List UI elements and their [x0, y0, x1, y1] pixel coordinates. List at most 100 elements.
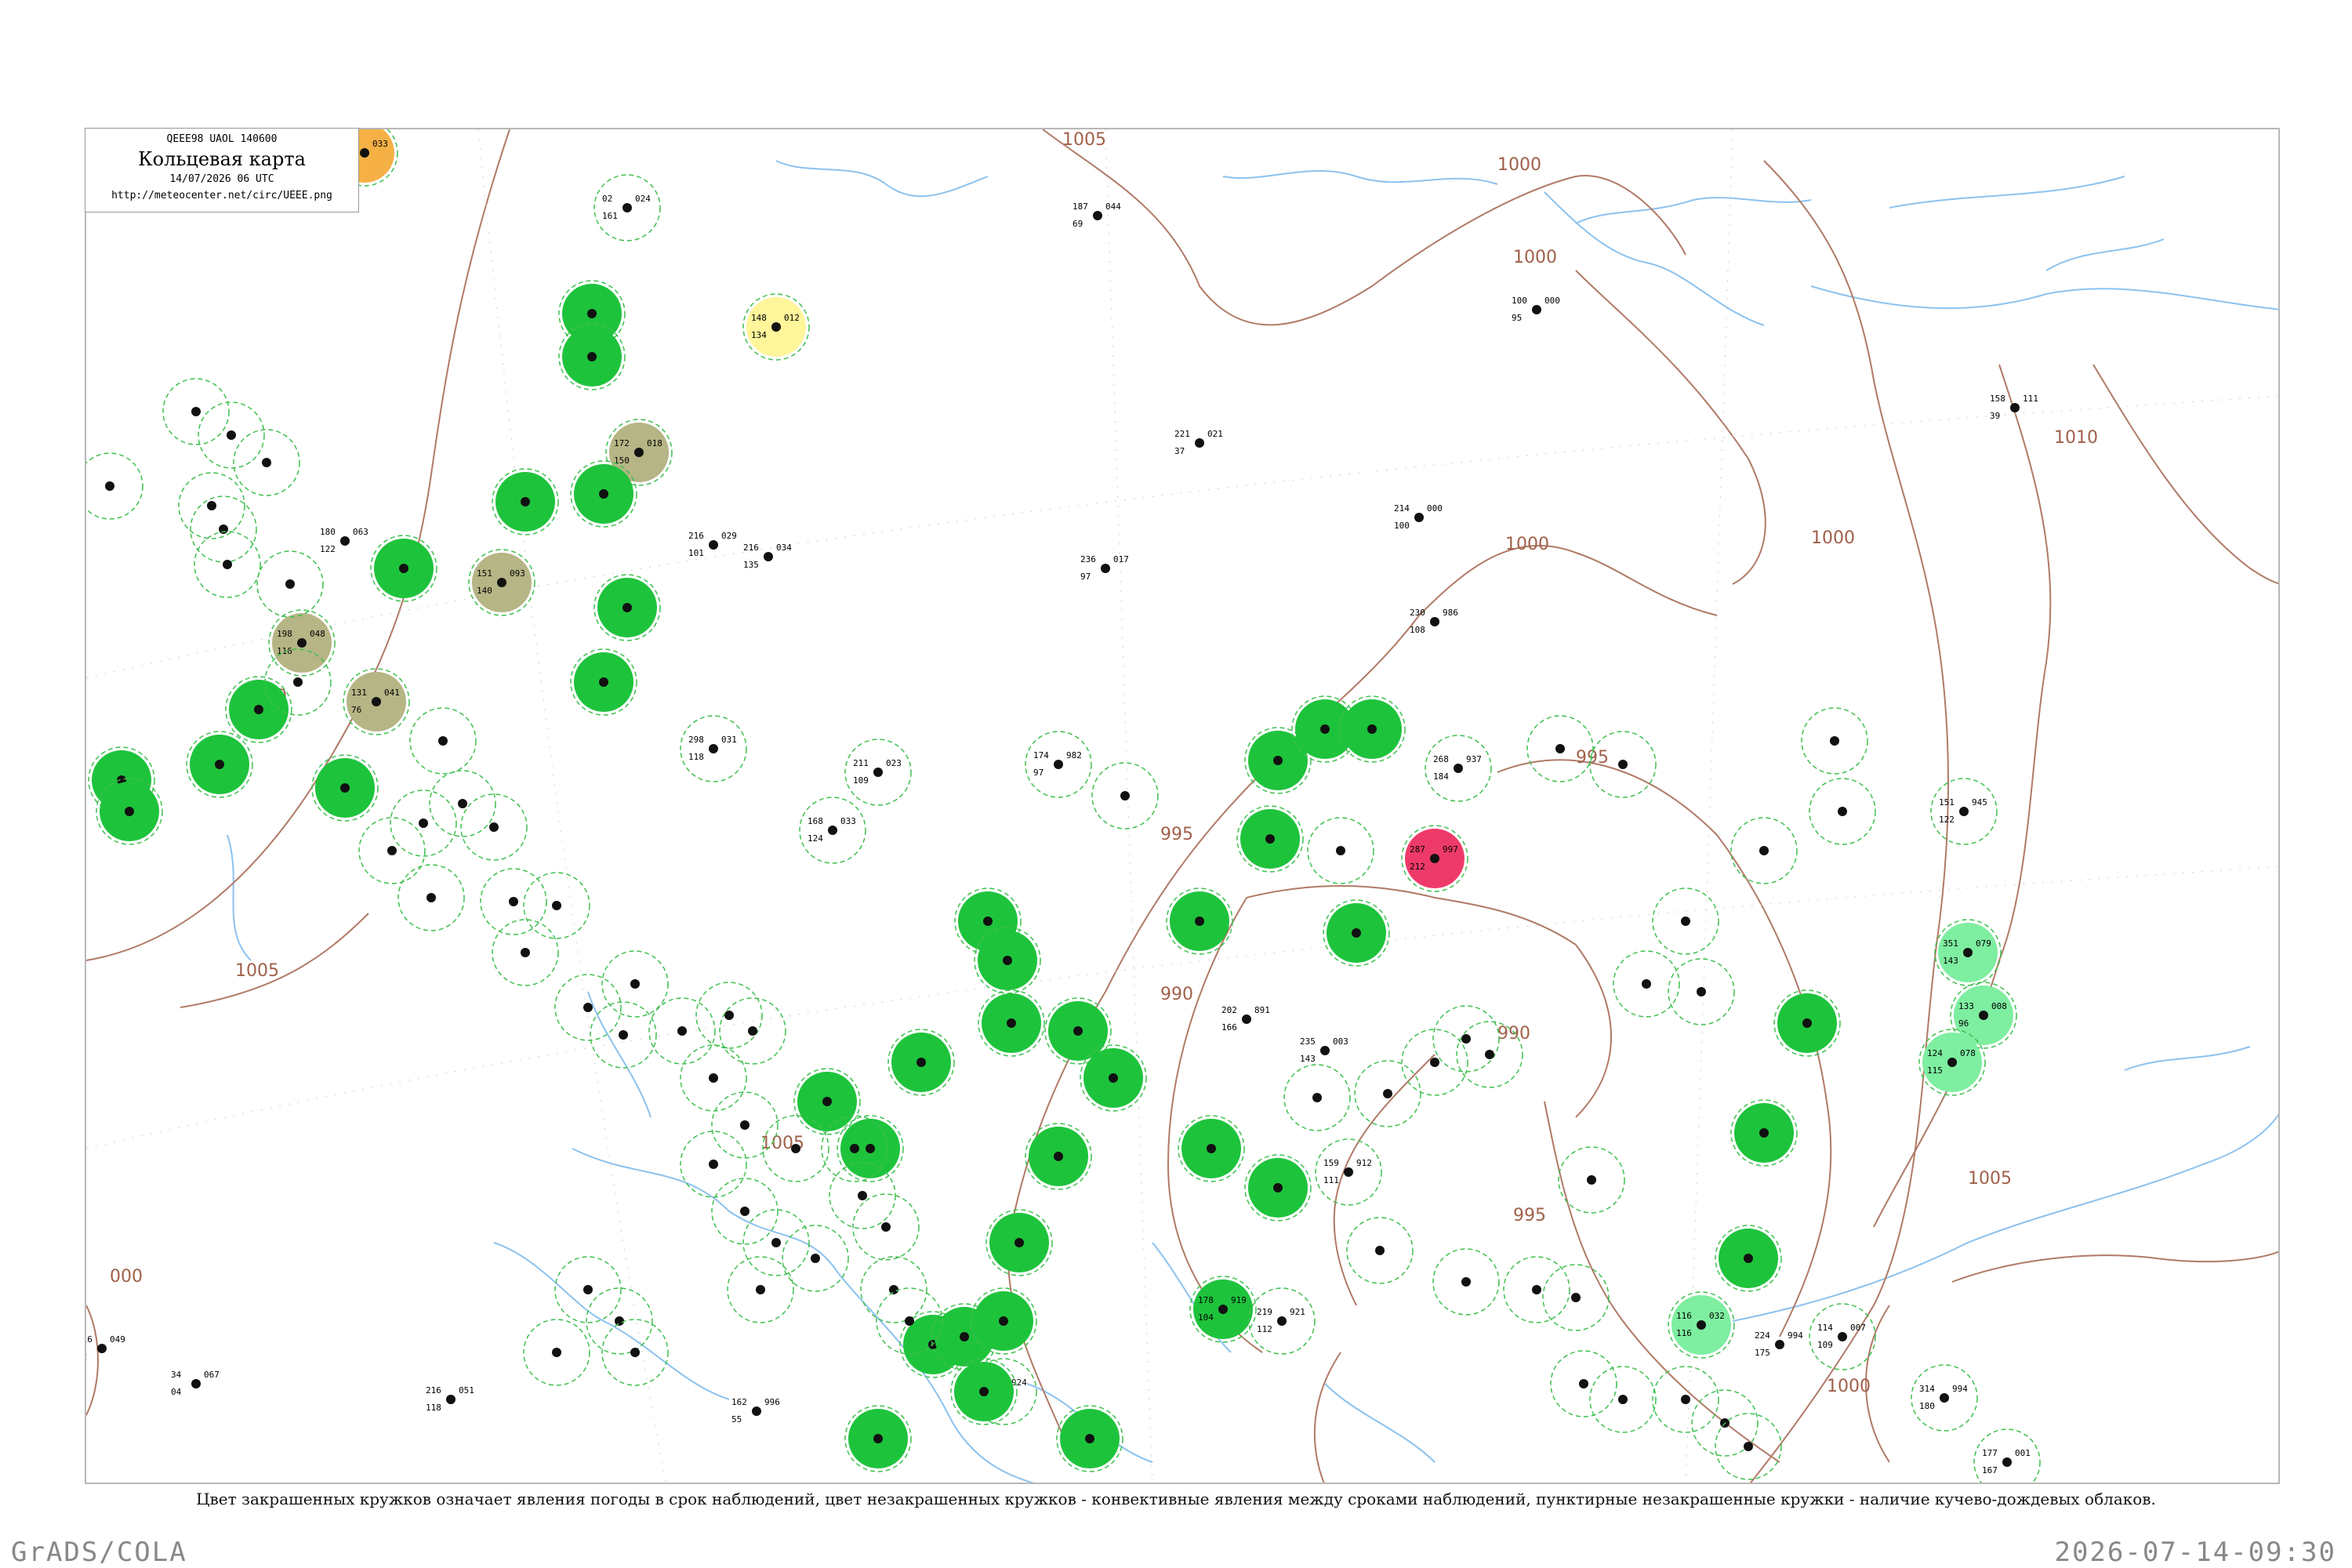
station-marker[interactable] [1178, 1115, 1245, 1182]
station-marker[interactable] [1323, 899, 1390, 967]
station-marker[interactable] [492, 468, 559, 535]
station-marker[interactable] [186, 731, 253, 798]
station-marker[interactable]: 012 148 134 [742, 293, 810, 361]
station-marker[interactable] [162, 378, 230, 445]
station-marker[interactable] [1730, 1099, 1798, 1167]
station-marker[interactable]: 921 219 112 [1248, 1287, 1316, 1355]
station-marker[interactable]: 023 211 109 [844, 739, 912, 806]
station-marker[interactable] [1236, 805, 1304, 873]
station-marker[interactable]: 021 221 37 [1174, 429, 1223, 456]
station-marker[interactable] [190, 495, 257, 563]
station-marker[interactable] [225, 676, 292, 743]
station-marker[interactable] [1550, 1350, 1617, 1417]
station-marker[interactable] [1652, 887, 1719, 955]
station-marker[interactable] [397, 864, 465, 931]
station-marker[interactable] [194, 531, 261, 598]
station-marker[interactable]: 986 230 108 [1410, 608, 1458, 635]
station-marker[interactable] [1715, 1413, 1782, 1480]
station-marker[interactable]: 044 187 69 [1073, 201, 1121, 229]
station-marker[interactable] [648, 997, 716, 1065]
station-marker[interactable]: 063 180 122 [320, 527, 368, 554]
station-marker[interactable] [1080, 1044, 1147, 1112]
station-marker[interactable] [1091, 762, 1159, 829]
station-marker[interactable] [1166, 887, 1233, 955]
station-marker[interactable] [680, 1131, 747, 1198]
station-marker[interactable] [1346, 1217, 1414, 1284]
station-marker[interactable]: 994 314 180 [1911, 1364, 1978, 1432]
station-marker[interactable] [887, 1029, 955, 1096]
station-marker[interactable] [1652, 1366, 1719, 1433]
station-marker[interactable] [96, 778, 163, 845]
station-marker[interactable] [1542, 1264, 1610, 1331]
station-marker[interactable] [1307, 817, 1374, 884]
station-marker[interactable] [460, 793, 528, 861]
station-marker[interactable] [233, 429, 300, 496]
station-marker[interactable] [523, 872, 590, 939]
station-marker[interactable]: 079 351 143 [1934, 919, 2002, 986]
station-marker[interactable] [1354, 1060, 1421, 1127]
station-marker[interactable] [985, 1209, 1053, 1276]
station-marker[interactable] [429, 770, 496, 837]
station-marker[interactable] [1056, 1405, 1123, 1472]
station-marker[interactable] [178, 472, 245, 539]
station-marker[interactable] [1432, 1248, 1500, 1316]
station-marker[interactable] [601, 1319, 669, 1386]
station-marker[interactable] [311, 754, 379, 822]
station-marker[interactable] [492, 919, 559, 986]
station-marker[interactable] [727, 1256, 794, 1323]
station-marker[interactable] [1715, 1225, 1782, 1292]
station-marker[interactable]: 007 114 109 [1809, 1303, 1876, 1370]
station-marker[interactable] [570, 648, 637, 716]
station-marker[interactable] [1244, 1154, 1312, 1221]
station-marker[interactable] [1801, 707, 1868, 775]
station-marker[interactable] [590, 1001, 657, 1069]
station-marker[interactable] [695, 982, 763, 1049]
station-marker[interactable] [950, 1358, 1018, 1425]
station-marker[interactable] [860, 1256, 927, 1323]
station-marker[interactable]: 031 298 118 [680, 715, 747, 782]
station-marker[interactable] [852, 1193, 920, 1261]
station-marker[interactable]: 033 168 124 [799, 797, 866, 864]
station-marker[interactable] [844, 1405, 912, 1472]
station-marker[interactable] [711, 1091, 779, 1159]
station-marker[interactable] [1773, 989, 1841, 1057]
station-marker[interactable]: 017 236 97 [1080, 554, 1129, 582]
source-url[interactable]: http://meteocenter.net/circ/UEEE.png [85, 190, 358, 201]
station-marker[interactable] [974, 927, 1041, 994]
station-marker[interactable]: 891 202 166 [1221, 1005, 1270, 1033]
station-marker[interactable] [370, 535, 437, 602]
station-marker[interactable]: 067 34 04 [171, 1370, 220, 1397]
station-marker[interactable]: 093 151 140 [468, 549, 535, 616]
station-marker[interactable]: 029 216 101 [688, 531, 737, 558]
station-marker[interactable] [523, 1319, 590, 1386]
station-marker[interactable] [256, 550, 324, 618]
station-marker[interactable]: 049 216 02 [86, 1334, 125, 1362]
station-marker[interactable]: 034 216 135 [743, 543, 792, 570]
station-marker[interactable] [680, 1044, 747, 1112]
station-marker[interactable]: 919 178 104 [1189, 1276, 1257, 1343]
station-marker[interactable]: 994 224 175 [1755, 1330, 1803, 1358]
station-marker[interactable]: 982 174 97 [1025, 731, 1092, 798]
station-marker[interactable] [390, 789, 457, 857]
station-marker[interactable]: 000 214 100 [1394, 503, 1443, 531]
station-marker[interactable]: 003 235 143 [1300, 1036, 1348, 1064]
station-marker[interactable] [1283, 1064, 1351, 1131]
station-marker[interactable] [1558, 1146, 1625, 1214]
station-marker[interactable] [1503, 1256, 1570, 1323]
station-marker[interactable] [198, 401, 265, 469]
station-marker[interactable] [793, 1068, 861, 1135]
station-marker[interactable] [1809, 778, 1876, 845]
station-marker[interactable]: 024 02 161 [593, 174, 661, 241]
station-marker[interactable]: 078 124 115 [1918, 1029, 1986, 1096]
station-marker[interactable]: 945 151 122 [1930, 778, 1998, 845]
station-marker[interactable]: 996 162 55 [731, 1397, 780, 1425]
station-marker[interactable] [719, 997, 786, 1065]
station-marker[interactable]: 111 158 39 [1990, 394, 2038, 421]
station-marker[interactable]: 001 177 167 [1973, 1428, 2041, 1484]
station-marker[interactable] [358, 817, 426, 884]
station-marker[interactable] [978, 989, 1045, 1057]
map-frame[interactable]: 1005 1000 1000 1005 1000 995 990 990 995… [85, 128, 2280, 1484]
weather-map[interactable]: 1005 1000 1000 1005 1000 995 990 990 995… [86, 129, 2280, 1484]
station-marker[interactable] [409, 707, 477, 775]
station-marker[interactable] [1730, 817, 1798, 884]
